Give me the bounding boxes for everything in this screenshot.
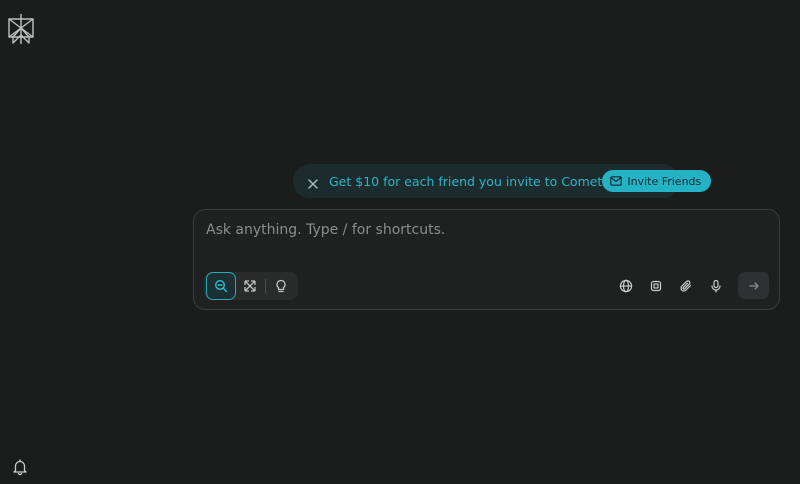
- arrow-right-icon: [748, 281, 759, 290]
- voice-input-button[interactable]: [706, 276, 726, 296]
- search-icon: [214, 279, 228, 293]
- source-globe-button[interactable]: [616, 276, 636, 296]
- research-mode-button[interactable]: [235, 272, 265, 300]
- globe-icon: [619, 279, 633, 293]
- paperclip-icon: [680, 280, 692, 292]
- ask-input-placeholder[interactable]: Ask anything. Type / for shortcuts.: [206, 222, 445, 238]
- invite-friends-button[interactable]: Invite Friends: [602, 170, 712, 192]
- notifications-button[interactable]: [11, 458, 29, 476]
- invite-friends-label: Invite Friends: [627, 174, 702, 188]
- search-mode-button[interactable]: [206, 272, 236, 300]
- research-icon: [244, 280, 256, 292]
- model-select-button[interactable]: [646, 276, 666, 296]
- close-icon[interactable]: [307, 175, 319, 189]
- submit-button[interactable]: [738, 272, 769, 299]
- invite-banner: Get $10 for each friend you invite to Co…: [293, 164, 712, 198]
- mail-icon: [610, 176, 623, 186]
- mode-selector: [204, 272, 298, 300]
- labs-mode-button[interactable]: [266, 272, 296, 300]
- microphone-icon: [711, 279, 721, 293]
- lightbulb-icon: [276, 279, 286, 293]
- attach-button[interactable]: [676, 276, 696, 296]
- ask-input-box[interactable]: Ask anything. Type / for shortcuts.: [193, 209, 780, 310]
- perplexity-logo[interactable]: [6, 12, 36, 46]
- cpu-icon: [650, 280, 662, 292]
- bell-icon: [13, 459, 27, 476]
- banner-text: Get $10 for each friend you invite to Co…: [329, 173, 603, 189]
